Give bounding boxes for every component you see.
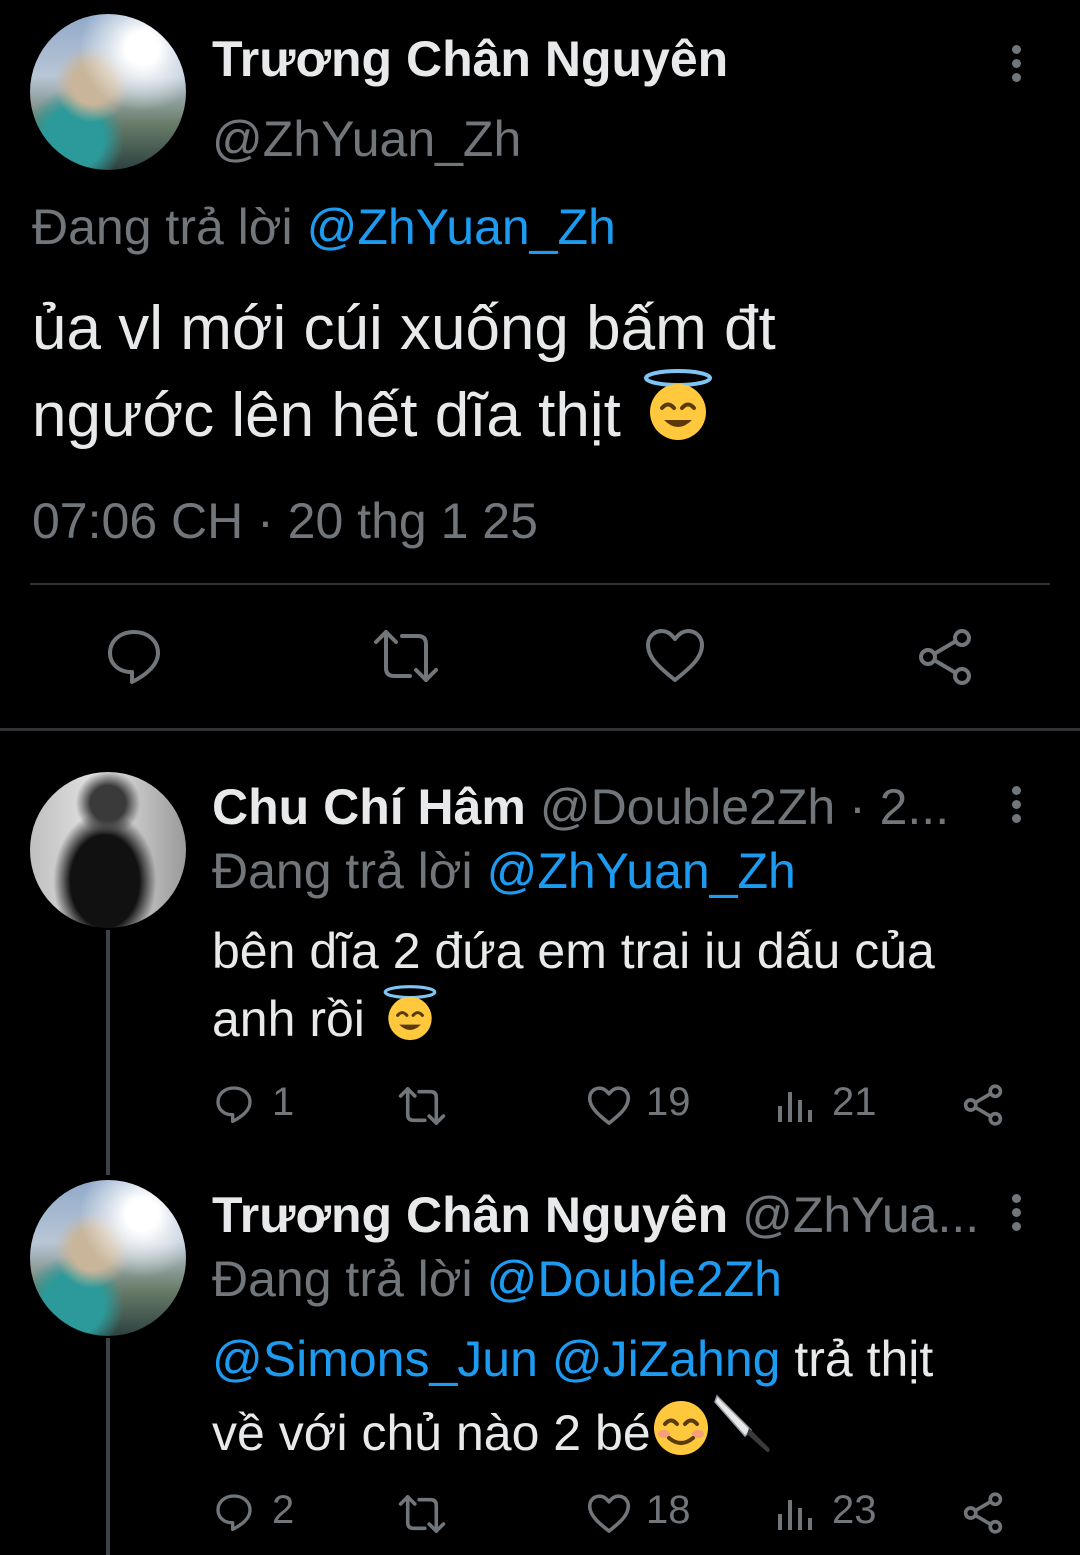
reply-count: 2 bbox=[272, 1488, 295, 1532]
replying-prefix: Đang trả lời bbox=[32, 199, 293, 255]
replying-to: Đang trả lời @ZhYuan_Zh bbox=[212, 842, 796, 900]
reply-text: @Simons_Jun @JiZahng trả thịt về với chủ… bbox=[212, 1326, 933, 1472]
reply-icon[interactable] bbox=[214, 1492, 254, 1532]
reply-text-line-2: anh rồi bbox=[212, 984, 935, 1058]
replying-prefix: Đang trả lời bbox=[212, 843, 473, 899]
smiling-face-with-halo-icon bbox=[638, 368, 718, 461]
views-count: 23 bbox=[832, 1488, 877, 1532]
views-icon[interactable] bbox=[776, 1088, 816, 1124]
reply-text-line: về với chủ nào 2 bé bbox=[212, 1405, 651, 1461]
reply-text-line: anh rồi bbox=[212, 991, 365, 1047]
like-count: 19 bbox=[646, 1080, 691, 1124]
author-name[interactable]: Trương Chân Nguyên bbox=[212, 30, 728, 88]
more-options-icon[interactable] bbox=[1012, 45, 1026, 87]
retweet-icon[interactable] bbox=[396, 1494, 448, 1534]
section-divider bbox=[0, 728, 1080, 731]
reply-icon[interactable] bbox=[104, 626, 164, 686]
views-count: 21 bbox=[832, 1080, 877, 1124]
divider bbox=[30, 583, 1050, 585]
share-icon[interactable] bbox=[916, 628, 974, 686]
avatar[interactable] bbox=[30, 14, 186, 170]
author-handle-time[interactable]: @ZhYua... bbox=[742, 1187, 979, 1243]
replying-to: Đang trả lời @Double2Zh bbox=[212, 1250, 782, 1308]
retweet-icon[interactable] bbox=[370, 628, 442, 684]
avatar[interactable] bbox=[30, 772, 186, 928]
replying-to-link[interactable]: @Double2Zh bbox=[487, 1251, 782, 1307]
reply-text-tail: trả thịt bbox=[794, 1331, 934, 1387]
replying-prefix: Đang trả lời bbox=[212, 1251, 473, 1307]
author-name[interactable]: Chu Chí Hâm bbox=[212, 779, 526, 835]
author-handle[interactable]: @ZhYuan_Zh bbox=[212, 110, 521, 168]
reply-header: Chu Chí Hâm @Double2Zh · 2... bbox=[212, 778, 949, 836]
reply-count: 1 bbox=[272, 1080, 295, 1124]
author-handle-time[interactable]: @Double2Zh · 2... bbox=[540, 779, 949, 835]
reply-header: Trương Chân Nguyên @ZhYua... bbox=[212, 1186, 979, 1244]
share-icon[interactable] bbox=[962, 1492, 1004, 1534]
mention-link[interactable]: @JiZahng bbox=[552, 1331, 781, 1387]
more-options-icon[interactable] bbox=[1012, 786, 1026, 828]
avatar[interactable] bbox=[30, 1180, 186, 1336]
author-name[interactable]: Trương Chân Nguyên bbox=[212, 1187, 728, 1243]
smiling-face-icon bbox=[651, 1398, 711, 1472]
reply-text-line: bên dĩa 2 đứa em trai iu dấu của bbox=[212, 923, 935, 979]
tweet-text-line-2: ngước lên hết dĩa thịt bbox=[32, 368, 776, 461]
replying-to-link[interactable]: @ZhYuan_Zh bbox=[307, 199, 616, 255]
like-count: 18 bbox=[646, 1488, 691, 1532]
thread-line bbox=[106, 1338, 110, 1555]
thread-line bbox=[106, 930, 110, 1175]
tweet-text-line: ủa vl mới cúi xuống bấm đt bbox=[32, 294, 776, 363]
reply-text: bên dĩa 2 đứa em trai iu dấu của anh rồi bbox=[212, 918, 935, 1058]
reply-text-line-1: @Simons_Jun @JiZahng trả thịt bbox=[212, 1326, 933, 1392]
like-icon[interactable] bbox=[586, 1086, 632, 1126]
smiling-face-with-halo-icon bbox=[379, 984, 441, 1058]
replying-to-link[interactable]: @ZhYuan_Zh bbox=[487, 843, 796, 899]
like-icon[interactable] bbox=[586, 1494, 632, 1534]
like-icon[interactable] bbox=[644, 628, 706, 684]
retweet-icon[interactable] bbox=[396, 1086, 448, 1126]
kitchen-knife-icon bbox=[711, 1392, 775, 1472]
reply-icon[interactable] bbox=[214, 1084, 254, 1124]
views-icon[interactable] bbox=[776, 1496, 816, 1532]
replying-to: Đang trả lời @ZhYuan_Zh bbox=[32, 198, 616, 256]
more-options-icon[interactable] bbox=[1012, 1194, 1026, 1236]
tweet-timestamp[interactable]: 07:06 CH · 20 thg 1 25 bbox=[32, 492, 538, 550]
share-icon[interactable] bbox=[962, 1084, 1004, 1126]
tweet-text: ủa vl mới cúi xuống bấm đt ngước lên hết… bbox=[32, 290, 776, 461]
mention-link[interactable]: @Simons_Jun bbox=[212, 1331, 538, 1387]
tweet-text-line: ngước lên hết dĩa thịt bbox=[32, 381, 621, 450]
reply-text-line-2: về với chủ nào 2 bé bbox=[212, 1392, 933, 1472]
